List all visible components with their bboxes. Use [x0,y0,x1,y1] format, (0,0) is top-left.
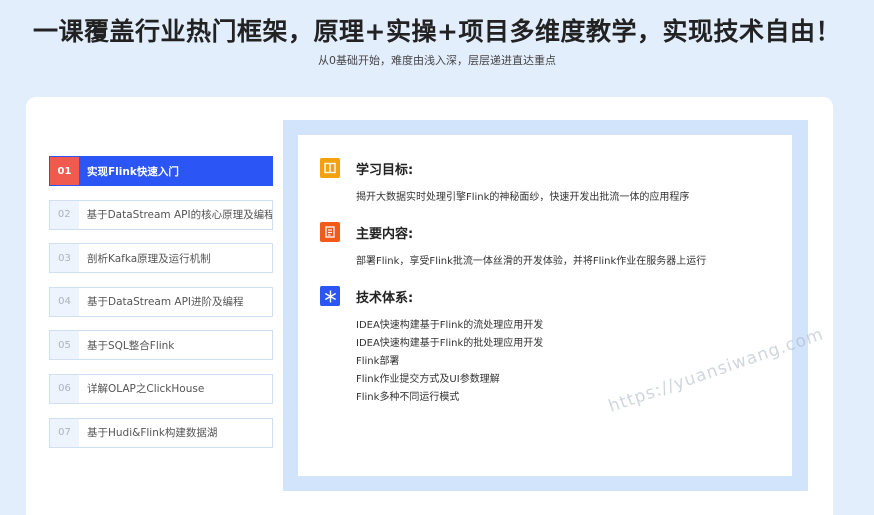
tech-list: IDEA快速构建基于Flink的流处理应用开发 IDEA快速构建基于Flink的… [356,317,543,407]
book-icon [320,158,340,178]
chapter-detail-frame: 学习目标: 揭开大数据实时处理引擎Flink的神秘面纱，快速开发出批流一体的应用… [283,120,808,491]
section-body: 部署Flink，享受Flink批流一体丝滑的开发体验，并将Flink作业在服务器… [356,256,707,267]
chapter-label: 剖析Kafka原理及运行机制 [87,252,211,265]
chapter-label: 基于DataStream API的核心原理及编程 [86,209,272,222]
list-item: IDEA快速构建基于Flink的流处理应用开发 [356,320,544,331]
chapter-number: 02 [50,200,79,229]
list-item: Flink作业提交方式及UI参数理解 [356,374,500,385]
list-item: Flink多种不同运行模式 [356,392,460,403]
chapter-label: 详解OLAP之ClickHouse [87,383,205,396]
chapter-number: 05 [50,331,79,360]
chapter-tab-03[interactable]: 03 剖析Kafka原理及运行机制 [49,243,273,274]
chapter-tab-05[interactable]: 05 基于SQL整合Flink [49,330,273,361]
document-icon [320,222,340,242]
section-body: 揭开大数据实时处理引擎Flink的神秘面纱，快速开发出批流一体的应用程序 [356,192,690,203]
list-item: IDEA快速构建基于Flink的批处理应用开发 [356,338,544,349]
chapter-detail-panel: 学习目标: 揭开大数据实时处理引擎Flink的神秘面纱，快速开发出批流一体的应用… [298,135,792,476]
page-subheadline: 从0基础开始，难度由浅入深，层层递进直达重点 [318,54,556,67]
list-item: Flink部署 [356,356,400,367]
chapter-number: 04 [50,287,79,316]
chapter-tab-02[interactable]: 02 基于DataStream API的核心原理及编程 [49,199,273,230]
chapter-label: 基于DataStream API进阶及编程 [87,296,244,309]
chapter-tab-04[interactable]: 04 基于DataStream API进阶及编程 [49,286,273,317]
chapter-number: 06 [50,374,79,403]
chapter-label: 实现Flink快速入门 [87,165,179,178]
chapter-nav: 01 实现Flink快速入门 02 基于DataStream API的核心原理及… [49,156,273,461]
course-card: 01 实现Flink快速入门 02 基于DataStream API的核心原理及… [26,97,833,515]
chapter-number: 07 [50,418,79,447]
chapter-label: 基于Hudi&Flink构建数据湖 [87,427,218,440]
section-title: 技术体系: [356,291,414,306]
section-title: 学习目标: [356,163,414,178]
chapter-label: 基于SQL整合Flink [87,339,175,352]
chapter-number: 01 [50,157,79,185]
chapter-number: 03 [50,244,79,273]
chapter-tab-01[interactable]: 01 实现Flink快速入门 [49,156,273,186]
chapter-tab-07[interactable]: 07 基于Hudi&Flink构建数据湖 [49,417,273,448]
section-title: 主要内容: [356,227,414,242]
page-headline: 一课覆盖行业热门框架，原理+实操+项目多维度教学，实现技术自由！ [33,17,841,46]
snowflake-icon [320,286,340,306]
chapter-tab-06[interactable]: 06 详解OLAP之ClickHouse [49,373,273,404]
